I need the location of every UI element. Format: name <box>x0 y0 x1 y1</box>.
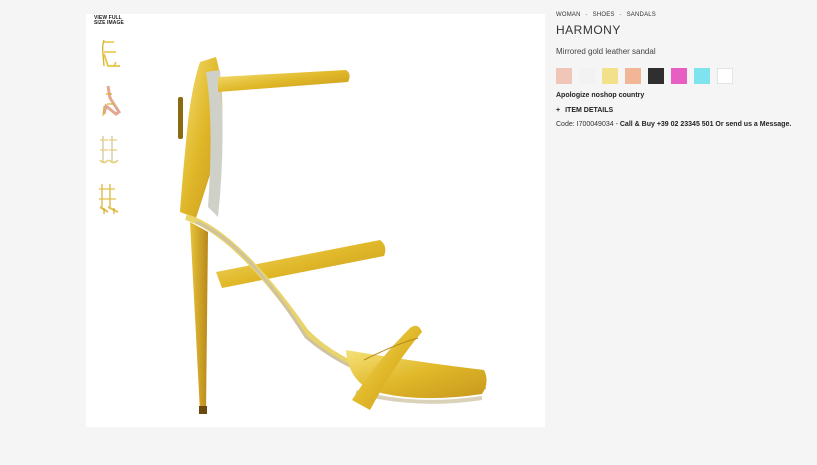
thumbnail-worn[interactable] <box>94 84 124 120</box>
color-swatch-silver[interactable] <box>579 68 595 84</box>
color-swatch-fuchsia[interactable] <box>671 68 687 84</box>
item-details-label: ITEM DETAILS <box>565 107 614 114</box>
code-value: I700049034 <box>576 121 614 128</box>
code-dash: - <box>615 121 618 128</box>
color-swatch-turquoise[interactable] <box>694 68 710 84</box>
sandal-worn-thumb-image <box>102 85 122 117</box>
product-description: Mirrored gold leather sandal <box>556 47 656 56</box>
color-swatch-gold[interactable] <box>602 68 618 84</box>
gold-sandal-image <box>178 57 487 414</box>
breadcrumb-woman[interactable]: WOMAN <box>556 12 581 18</box>
thumbnail-pair-back[interactable] <box>94 180 124 216</box>
breadcrumb: WOMAN - SHOES - SANDALS <box>556 12 811 18</box>
breadcrumb-shoes[interactable]: SHOES <box>593 12 615 18</box>
product-title: HARMONY <box>556 23 621 37</box>
thumbnail-pair-front[interactable] <box>94 132 124 168</box>
view-full-size-link[interactable]: VIEW FULL SIZE IMAGE <box>94 16 124 26</box>
item-details-toggle[interactable]: + ITEM DETAILS <box>556 107 811 114</box>
color-swatch-white[interactable] <box>717 68 733 84</box>
breadcrumb-separator: - <box>585 12 588 18</box>
breadcrumb-sandals[interactable]: SANDALS <box>627 12 656 18</box>
country-notice: Apologize noshop country <box>556 92 645 99</box>
call-and-buy-link[interactable]: Call & Buy +39 02 23345 501 Or send us a… <box>620 121 791 128</box>
color-swatch-nude[interactable] <box>556 68 572 84</box>
breadcrumb-separator: - <box>619 12 622 18</box>
color-swatch-black[interactable] <box>648 68 664 84</box>
sandal-pair-back-thumb-image <box>99 184 119 214</box>
sandal-side-thumb-image <box>102 39 120 67</box>
color-swatch-peach[interactable] <box>625 68 641 84</box>
main-product-image[interactable] <box>156 32 496 420</box>
color-swatches <box>556 68 811 84</box>
thumbnail-side[interactable] <box>94 36 124 72</box>
product-info: WOMAN - SHOES - SANDALS HARMONY Mirrored… <box>556 12 811 128</box>
thumbnail-list: VIEW FULL SIZE IMAGE <box>94 16 124 228</box>
sandal-pair-front-thumb-image <box>99 136 119 164</box>
plus-icon: + <box>556 107 561 114</box>
code-label: Code: <box>556 121 575 128</box>
product-gallery: VIEW FULL SIZE IMAGE <box>86 14 545 427</box>
product-code-line: Code: I700049034 - Call & Buy +39 02 233… <box>556 121 811 128</box>
